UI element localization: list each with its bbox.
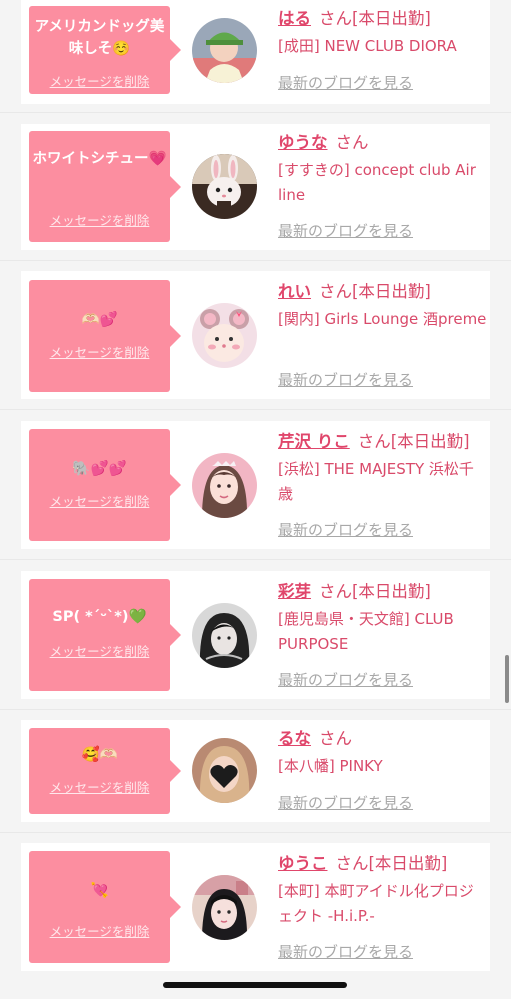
delete-message-link[interactable]: メッセージを削除 [29,777,170,796]
shop-name: [鹿児島県・天文館] CLUB PURPOSE [278,610,454,653]
scrollbar[interactable] [505,655,509,703]
cast-name-link[interactable]: ゆうな [278,133,328,152]
shop-name: [すすきの] concept club Air line [278,161,476,204]
name-line: るな さん [278,728,488,750]
honorific: さん [335,133,369,152]
avatar-heart-covered-icon [192,738,257,803]
delete-message-link[interactable]: メッセージを削除 [29,641,170,660]
latest-blog-link[interactable]: 最新のブログを見る [278,369,413,390]
cast-name-link[interactable]: るな [278,729,311,748]
shop-name: [関内] Girls Lounge 酒preme [278,310,487,328]
message-bubble: SP( *´ᵕ`*)💚 メッセージを削除 [29,579,181,691]
avatar-mono-portrait-icon [192,603,257,668]
message-card: 💘 メッセージを削除 ゆうこ さん[本日出勤] [本町] 本町アイドル化プロジェク… [21,843,490,971]
honorific: さん [319,282,352,301]
attendance-status: [本日出勤] [368,854,448,873]
cast-name-link[interactable]: 芹沢 りこ [278,432,350,451]
home-indicator[interactable] [163,982,347,988]
attendance-status: [本日出勤] [390,432,470,451]
avatar-girl-in-cap-icon [192,18,257,83]
message-text: 🫶🏻💕 [81,312,118,328]
divider [0,709,511,710]
shop-name: [本八幡] PINKY [278,757,383,775]
divider [0,112,511,113]
name-line: ゆうな さん [278,132,488,154]
cast-info: ゆうこ さん[本日出勤] [本町] 本町アイドル化プロジェクト -H.i.P.- [278,853,488,929]
name-line: れい さん[本日出勤] [278,281,488,303]
message-text: ホワイトシチュー💗 [32,151,167,167]
divider [0,832,511,833]
avatar-bunny-filter-icon [192,154,257,219]
message-bubble: 🫶🏻💕 メッセージを削除 [29,280,181,392]
honorific: さん [319,729,352,748]
avatar[interactable] [192,875,257,940]
attendance-status: [本日出勤] [352,582,431,601]
shop-name: [成田] NEW CLUB DIORA [278,37,457,55]
message-card: 🥰🫶🏻 メッセージを削除 るな さん [本八幡] PINKY 最新のブログを見る [21,720,490,822]
avatar-pink-selfie-icon [192,453,257,518]
message-text: 🥰🫶🏻 [81,747,118,763]
avatar[interactable] [192,303,257,368]
message-text: 🐘💕💕 [72,461,127,477]
message-text: アメリカンドッグ美味しそ☺️ [34,19,165,57]
message-card: 🐘💕💕 メッセージを削除 芹沢 りこ さん[本日出勤] [浜松] THE MAJE… [21,421,490,549]
latest-blog-link[interactable]: 最新のブログを見る [278,792,413,813]
latest-blog-link[interactable]: 最新のブログを見る [278,941,413,962]
message-card: ホワイトシチュー💗 メッセージを削除 ゆうな さん [すすきの] concept … [21,124,490,250]
cast-info: るな さん [本八幡] PINKY [278,728,488,779]
delete-message-link[interactable]: メッセージを削除 [29,491,170,510]
name-line: 彩芽 さん[本日出勤] [278,581,488,603]
name-line: 芹沢 りこ さん[本日出勤] [278,431,488,453]
divider [0,559,511,560]
delete-message-link[interactable]: メッセージを削除 [29,71,170,90]
divider [0,260,511,261]
delete-message-link[interactable]: メッセージを削除 [29,921,170,940]
message-bubble: アメリカンドッグ美味しそ☺️ メッセージを削除 [29,6,181,94]
message-bubble: 🐘💕💕 メッセージを削除 [29,429,181,541]
message-card: SP( *´ᵕ`*)💚 メッセージを削除 彩芽 さん[本日出勤] [鹿児島県・天文… [21,571,490,699]
avatar[interactable] [192,154,257,219]
name-line: はる さん[本日出勤] [278,8,488,30]
honorific: さん [357,432,391,451]
cast-name-link[interactable]: はる [278,9,311,28]
avatar[interactable] [192,738,257,803]
latest-blog-link[interactable]: 最新のブログを見る [278,220,413,241]
latest-blog-link[interactable]: 最新のブログを見る [278,519,413,540]
delete-message-link[interactable]: メッセージを削除 [29,342,170,361]
name-line: ゆうこ さん[本日出勤] [278,853,488,875]
avatar-mouse-ears-filter-icon [192,303,257,368]
message-card: アメリカンドッグ美味しそ☺️ メッセージを削除 はる さん[本日出勤] [成田] … [21,0,490,104]
cast-name-link[interactable]: ゆうこ [278,854,328,873]
honorific: さん [335,854,369,873]
message-card: 🫶🏻💕 メッセージを削除 れい さん[本日出勤] [関内] Girls Loun… [21,271,490,399]
avatar[interactable] [192,453,257,518]
avatar[interactable] [192,603,257,668]
message-text: 💘 [90,883,109,899]
shop-name: [本町] 本町アイドル化プロジェクト -H.i.P.- [278,882,474,925]
cast-info: 芹沢 りこ さん[本日出勤] [浜松] THE MAJESTY 浜松千歳 [278,431,488,507]
message-text: SP( *´ᵕ`*)💚 [52,609,147,625]
message-bubble: 💘 メッセージを削除 [29,851,181,963]
avatar-room-selfie-icon [192,875,257,940]
cast-info: はる さん[本日出勤] [成田] NEW CLUB DIORA [278,8,488,59]
cast-name-link[interactable]: 彩芽 [278,582,311,601]
latest-blog-link[interactable]: 最新のブログを見る [278,669,413,690]
attendance-status: [本日出勤] [352,282,431,301]
cast-info: れい さん[本日出勤] [関内] Girls Lounge 酒preme [278,281,488,332]
cast-name-link[interactable]: れい [278,282,311,301]
honorific: さん [319,9,352,28]
cast-info: ゆうな さん [すすきの] concept club Air line [278,132,488,208]
delete-message-link[interactable]: メッセージを削除 [29,210,170,229]
latest-blog-link[interactable]: 最新のブログを見る [278,72,413,93]
avatar[interactable] [192,18,257,83]
shop-name: [浜松] THE MAJESTY 浜松千歳 [278,460,474,503]
cast-info: 彩芽 さん[本日出勤] [鹿児島県・天文館] CLUB PURPOSE [278,581,488,657]
divider [0,409,511,410]
message-bubble: ホワイトシチュー💗 メッセージを削除 [29,131,181,242]
honorific: さん [319,582,352,601]
message-bubble: 🥰🫶🏻 メッセージを削除 [29,728,181,814]
attendance-status: [本日出勤] [352,9,431,28]
